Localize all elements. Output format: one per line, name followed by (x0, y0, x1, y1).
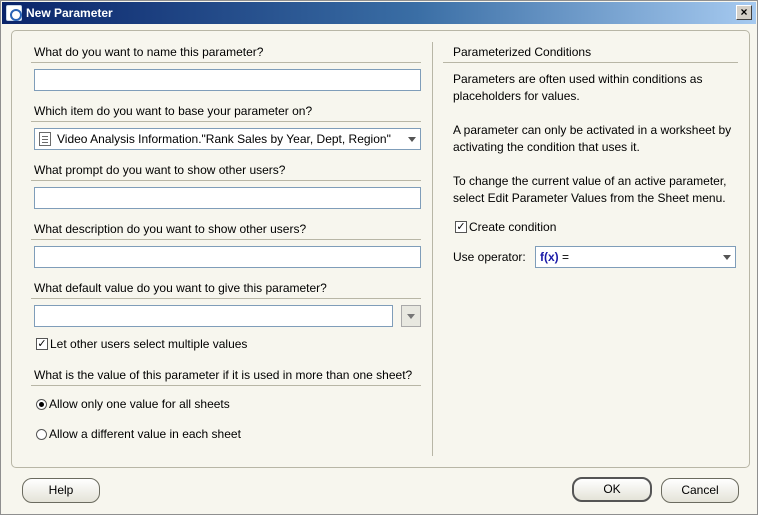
name-prompt-label: What do you want to name this parameter? (34, 45, 264, 59)
conditions-paragraph-1: Parameters are often used within conditi… (453, 72, 703, 103)
chevron-down-icon (408, 137, 416, 142)
base-item-prompt-label: Which item do you want to base your para… (34, 104, 313, 118)
conditions-divider (443, 62, 738, 63)
radio-different-value-label[interactable]: Allow a different value in each sheet (49, 427, 241, 441)
operator-value: = (562, 250, 570, 264)
app-icon (6, 5, 22, 21)
create-condition-checkbox[interactable]: ✓ (455, 221, 467, 233)
chevron-down-icon (723, 255, 731, 260)
sheet-value-divider (31, 385, 421, 386)
title-bar[interactable]: New Parameter × (2, 2, 756, 24)
new-parameter-dialog: New Parameter × What do you want to name… (0, 0, 758, 515)
radio-different-value[interactable] (36, 429, 47, 440)
radio-one-value-label[interactable]: Allow only one value for all sheets (49, 397, 230, 411)
column-divider (432, 42, 433, 456)
description-prompt-label: What description do you want to show oth… (34, 222, 307, 236)
document-icon (39, 132, 51, 146)
base-item-select[interactable]: Video Analysis Information."Rank Sales b… (34, 128, 421, 150)
conditions-paragraph-3: To change the current value of an active… (453, 174, 727, 205)
create-condition-label[interactable]: Create condition (469, 220, 556, 234)
default-value-divider (31, 298, 421, 299)
close-button[interactable]: × (736, 5, 752, 20)
operator-select[interactable]: f(x) = (535, 246, 736, 268)
sheet-value-prompt-label: What is the value of this parameter if i… (34, 368, 413, 382)
default-value-prompt-label: What default value do you want to give t… (34, 281, 327, 295)
description-input[interactable] (34, 246, 421, 268)
radio-one-value[interactable] (36, 399, 47, 410)
operator-label: Use operator: (453, 250, 526, 264)
prompt-divider (31, 180, 421, 181)
cancel-button[interactable]: Cancel (661, 478, 739, 503)
conditions-paragraph-2: A parameter can only be activated in a w… (453, 123, 732, 154)
default-value-dropdown-button[interactable] (401, 305, 421, 327)
chevron-down-icon (407, 314, 415, 319)
help-button[interactable]: Help (22, 478, 100, 503)
parameter-name-input[interactable] (34, 69, 421, 91)
base-item-value: Video Analysis Information."Rank Sales b… (57, 132, 391, 146)
function-icon: f(x) (540, 250, 559, 264)
description-divider (31, 239, 421, 240)
name-divider (31, 62, 421, 63)
user-prompt-input[interactable] (34, 187, 421, 209)
multiple-values-checkbox[interactable]: ✓ (36, 338, 48, 350)
default-value-input[interactable] (34, 305, 393, 327)
parameterized-conditions-heading: Parameterized Conditions (453, 45, 592, 59)
multiple-values-label[interactable]: Let other users select multiple values (50, 337, 247, 351)
base-item-divider (31, 121, 421, 122)
prompt-prompt-label: What prompt do you want to show other us… (34, 163, 286, 177)
window-title: New Parameter (26, 6, 113, 20)
ok-button[interactable]: OK (572, 477, 652, 502)
